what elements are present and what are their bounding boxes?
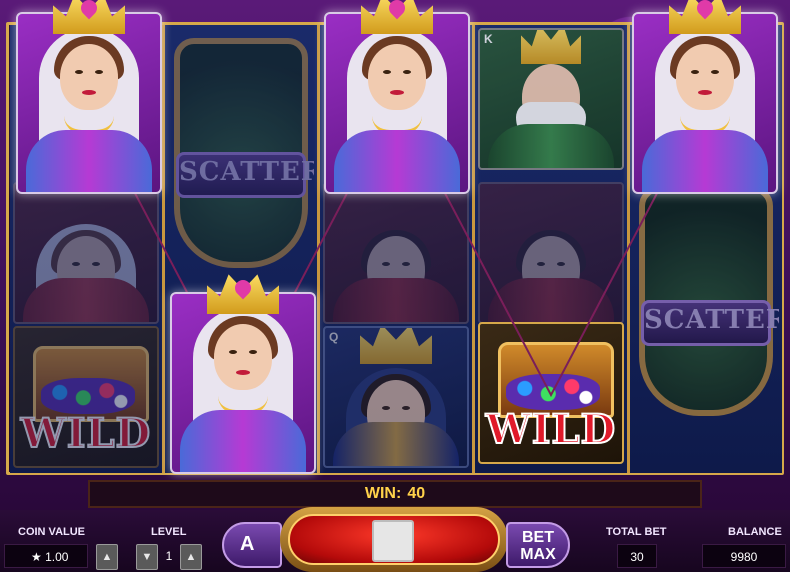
scatter-label: SCATTER: [176, 152, 314, 198]
level-down-button[interactable]: ▼: [136, 544, 158, 570]
coin-value-label: COIN VALUE: [18, 526, 86, 538]
total-bet-label: TOTAL BET: [606, 526, 667, 538]
symbol-queen-red: [13, 182, 159, 324]
symbol-scatter: SCATTER: [168, 28, 314, 314]
autoplay-button[interactable]: A: [222, 522, 282, 568]
reel-divider: [317, 25, 320, 473]
bet-max-bottom-label: MAX: [520, 546, 556, 563]
card-corner: K: [484, 32, 493, 46]
reel-divider: [472, 25, 475, 473]
symbol-queen-win: [324, 0, 470, 194]
symbol-queen-win: [16, 0, 162, 194]
card-corner: Q: [329, 330, 339, 344]
level-up-button[interactable]: ▲: [180, 544, 202, 570]
bet-max-button[interactable]: BET MAX: [506, 522, 570, 568]
level-label: LEVEL: [151, 526, 187, 538]
symbol-queen-blue: Q: [323, 326, 469, 468]
symbol-wild-active: WILD: [478, 322, 624, 464]
symbol-jack: [323, 182, 469, 324]
total-bet-value: 30: [617, 544, 657, 568]
win-label: WIN:: [364, 485, 402, 502]
win-amount: 40: [407, 485, 426, 502]
balance-value: 9980: [702, 544, 786, 568]
coin-value-up-button[interactable]: ▲: [96, 544, 118, 570]
symbol-scatter: SCATTER: [633, 186, 779, 472]
symbol-king: K: [478, 28, 624, 170]
wild-label: WILD: [485, 405, 617, 454]
scatter-label: SCATTER: [641, 300, 779, 346]
symbol-queen-win: [632, 0, 778, 194]
wild-label: WILD: [20, 409, 152, 458]
star-icon: ★: [31, 550, 42, 564]
balance-label: BALANCE: [728, 526, 782, 538]
coin-value: 1.00: [45, 550, 69, 564]
reel-divider: [627, 25, 630, 473]
bet-max-top-label: BET: [522, 529, 554, 546]
stop-icon[interactable]: [372, 520, 414, 562]
reel-divider: [162, 25, 165, 473]
autoplay-icon: A: [240, 533, 255, 555]
symbol-wild: WILD: [13, 326, 159, 468]
coin-value-display: ★ 1.00: [4, 544, 88, 568]
symbol-jack: [478, 182, 624, 324]
level-value: 1: [165, 549, 173, 563]
symbol-queen-win: [170, 274, 316, 474]
win-display: WIN: 40: [88, 480, 702, 508]
